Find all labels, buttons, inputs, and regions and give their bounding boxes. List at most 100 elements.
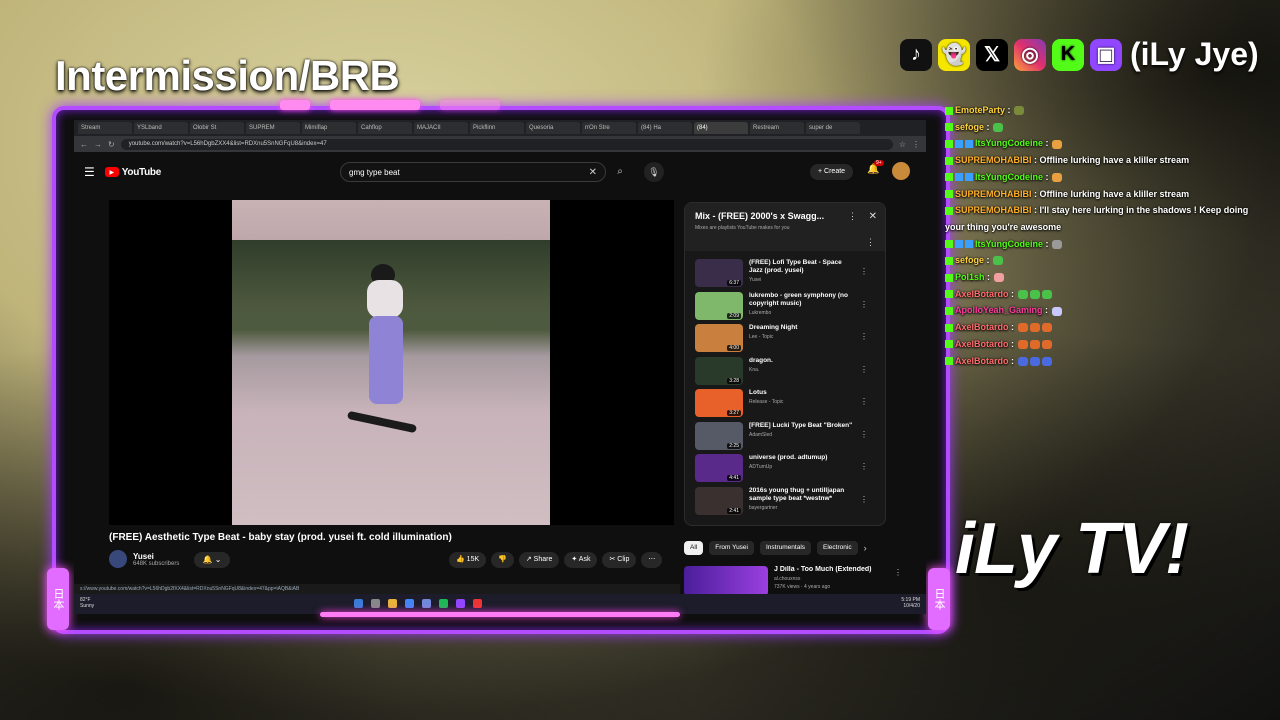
close-icon[interactable]: ✕ bbox=[869, 211, 877, 222]
item-menu-icon[interactable]: ⋮ bbox=[860, 430, 868, 439]
playlist-item[interactable]: 3:28 dragon. Kna. ⋮ bbox=[695, 356, 880, 390]
playlist-thumbnail[interactable]: 3:28 bbox=[695, 356, 743, 385]
chat-username[interactable]: ItsYungCodeine bbox=[975, 172, 1043, 182]
chip-instrumentals[interactable]: Instrumentals bbox=[760, 541, 812, 555]
search-input[interactable]: gmg type beat ✕ bbox=[340, 162, 606, 182]
browser-tab[interactable]: Restream bbox=[750, 122, 804, 134]
playlist-thumbnail[interactable]: 4:41 bbox=[695, 454, 743, 482]
chat-username[interactable]: Pol1sh bbox=[955, 272, 985, 282]
playlist-thumbnail[interactable]: 2:09 bbox=[695, 291, 743, 320]
playlist-item-title[interactable]: dragon. bbox=[749, 357, 857, 365]
playlist-title[interactable]: Mix - (FREE) 2000's x Swagg... bbox=[695, 211, 824, 221]
more-actions-button[interactable]: ⋯ bbox=[641, 552, 663, 568]
recommended-title[interactable]: J Dilla - Too Much (Extended) bbox=[774, 566, 882, 574]
subscription-bell-button[interactable]: 🔔 ⌄ bbox=[194, 552, 230, 568]
playlist-item-title[interactable]: universe (prod. adtumup) bbox=[749, 454, 857, 462]
discord-icon[interactable] bbox=[422, 599, 431, 608]
playlist-options-icon[interactable]: ⋮ bbox=[866, 237, 875, 248]
chevron-right-icon[interactable]: › bbox=[864, 543, 867, 553]
playlist-item-title[interactable]: 2016s young thug + untilljapan sample ty… bbox=[749, 487, 857, 503]
search-icon[interactable]: ⌕ bbox=[609, 162, 631, 182]
browser-tab[interactable]: rrOn Stre bbox=[582, 122, 636, 134]
like-button[interactable]: 👍 15K bbox=[449, 552, 487, 568]
folder-icon[interactable] bbox=[388, 599, 397, 608]
browser-tab[interactable]: super de bbox=[806, 122, 860, 134]
browser-tab[interactable]: (84) Ha bbox=[638, 122, 692, 134]
playlist-item-title[interactable]: Dreaming Night bbox=[749, 324, 857, 332]
playlist-item[interactable]: 2:09 lukrembo - green symphony (no copyri… bbox=[695, 291, 880, 325]
forward-icon[interactable]: → bbox=[94, 140, 102, 149]
item-menu-icon[interactable]: ⋮ bbox=[860, 267, 868, 276]
chat-username[interactable]: SUPREMOHABIBI bbox=[955, 205, 1032, 215]
item-menu-icon[interactable]: ⋮ bbox=[860, 365, 868, 374]
playlist-item[interactable]: 6:37 (FREE) Lofi Type Beat - Space Jazz (… bbox=[695, 259, 880, 292]
start-icon[interactable] bbox=[354, 599, 363, 608]
recommended-thumbnail[interactable] bbox=[684, 566, 768, 596]
browser-tab[interactable]: MAJACII bbox=[414, 122, 468, 134]
back-icon[interactable]: ← bbox=[80, 140, 88, 149]
chat-username[interactable]: AxelBotardo bbox=[955, 339, 1009, 349]
chat-username[interactable]: SUPREMOHABIBI bbox=[955, 155, 1032, 165]
playlist-thumbnail[interactable]: 3:27 bbox=[695, 389, 743, 417]
share-button[interactable]: ↗ Share bbox=[518, 552, 560, 568]
playlist-thumbnail[interactable]: 2:41 bbox=[695, 486, 743, 515]
spotify-icon[interactable] bbox=[439, 599, 448, 608]
chat-username[interactable]: sefoge bbox=[955, 255, 984, 265]
playlist-thumbnail[interactable]: 6:37 bbox=[695, 259, 743, 287]
chat-username[interactable]: AxelBotardo bbox=[955, 289, 1009, 299]
chip-electronic[interactable]: Electronic bbox=[817, 541, 858, 555]
recommended-menu-icon[interactable]: ⋮ bbox=[894, 568, 902, 577]
obs-icon[interactable] bbox=[456, 599, 465, 608]
playlist-thumbnail[interactable]: 2:25 bbox=[695, 421, 743, 450]
clip-button[interactable]: ✂ Clip bbox=[602, 552, 637, 568]
browser-tab[interactable]: Mimiflap bbox=[302, 122, 356, 134]
clear-search-icon[interactable]: ✕ bbox=[589, 163, 597, 183]
chrome-icon[interactable] bbox=[405, 599, 414, 608]
menu-icon[interactable]: ☰ bbox=[84, 165, 95, 179]
chat-username[interactable]: ApolloYeah_Gaming bbox=[955, 305, 1043, 315]
weather-widget[interactable]: 82°F Sunny bbox=[80, 597, 94, 609]
video-player[interactable] bbox=[109, 200, 674, 525]
browser-tab[interactable]: Olobir St bbox=[190, 122, 244, 134]
browser-tab[interactable]: Stream bbox=[78, 122, 132, 134]
dislike-button[interactable]: 👎 bbox=[491, 552, 514, 568]
account-avatar[interactable] bbox=[892, 162, 910, 180]
item-menu-icon[interactable]: ⋮ bbox=[860, 397, 868, 406]
search-taskbar-icon[interactable] bbox=[371, 599, 380, 608]
playlist-thumbnail[interactable]: 4:00 bbox=[695, 324, 743, 352]
browser-tab[interactable]: SUPREM bbox=[246, 122, 300, 134]
microphone-icon[interactable]: 🎙 bbox=[644, 162, 664, 182]
reload-icon[interactable]: ↻ bbox=[108, 140, 115, 149]
video-frame[interactable] bbox=[232, 200, 550, 525]
playlist-item[interactable]: 2:41 2016s young thug + untilljapan sampl… bbox=[695, 486, 880, 520]
youtube-logo[interactable]: ▶ YouTube bbox=[104, 167, 161, 178]
chat-username[interactable]: AxelBotardo bbox=[955, 322, 1009, 332]
channel-name[interactable]: Yusei bbox=[133, 552, 179, 561]
item-menu-icon[interactable]: ⋮ bbox=[860, 332, 868, 341]
recommended-video[interactable]: J Dilla - Too Much (Extended) al.chouxns… bbox=[684, 566, 902, 596]
create-button[interactable]: + Create bbox=[810, 164, 854, 180]
browser-tab[interactable]: (84) bbox=[694, 122, 748, 134]
item-menu-icon[interactable]: ⋮ bbox=[860, 300, 868, 309]
chat-username[interactable]: ItsYungCodeine bbox=[975, 138, 1043, 148]
channel-avatar[interactable] bbox=[109, 550, 127, 568]
chat-username[interactable]: ItsYungCodeine bbox=[975, 239, 1043, 249]
playlist-item-title[interactable]: Lotus bbox=[749, 389, 857, 397]
playlist-item[interactable]: 4:00 Dreaming Night Lee - Topic ⋮ bbox=[695, 324, 880, 357]
playlist-item-title[interactable]: (FREE) Lofi Type Beat - Space Jazz (prod… bbox=[749, 259, 857, 275]
taskbar-clock[interactable]: 5:19 PM 10/4/20 bbox=[901, 597, 920, 609]
item-menu-icon[interactable]: ⋮ bbox=[860, 462, 868, 471]
chip-all[interactable]: All bbox=[684, 541, 704, 555]
chat-username[interactable]: AxelBotardo bbox=[955, 356, 1009, 366]
extensions-icon[interactable]: ⋮ bbox=[912, 140, 920, 149]
item-menu-icon[interactable]: ⋮ bbox=[860, 495, 868, 504]
chat-username[interactable]: sefoge bbox=[955, 122, 984, 132]
chat-username[interactable]: EmoteParty bbox=[955, 105, 1005, 115]
browser-tab[interactable]: Pickflinn bbox=[470, 122, 524, 134]
url-field[interactable]: youtube.com/watch?v=L56hDgbZXX4&list=RDX… bbox=[120, 138, 893, 150]
chat-username[interactable]: SUPREMOHABIBI bbox=[955, 189, 1032, 199]
chip-from-yusei[interactable]: From Yusei bbox=[709, 541, 754, 555]
playlist-item[interactable]: 4:41 universe (prod. adtumup) ADTumUp ⋮ bbox=[695, 454, 880, 487]
playlist-item-title[interactable]: [FREE] Lucki Type Beat "Broken" bbox=[749, 422, 857, 430]
record-icon[interactable] bbox=[473, 599, 482, 608]
